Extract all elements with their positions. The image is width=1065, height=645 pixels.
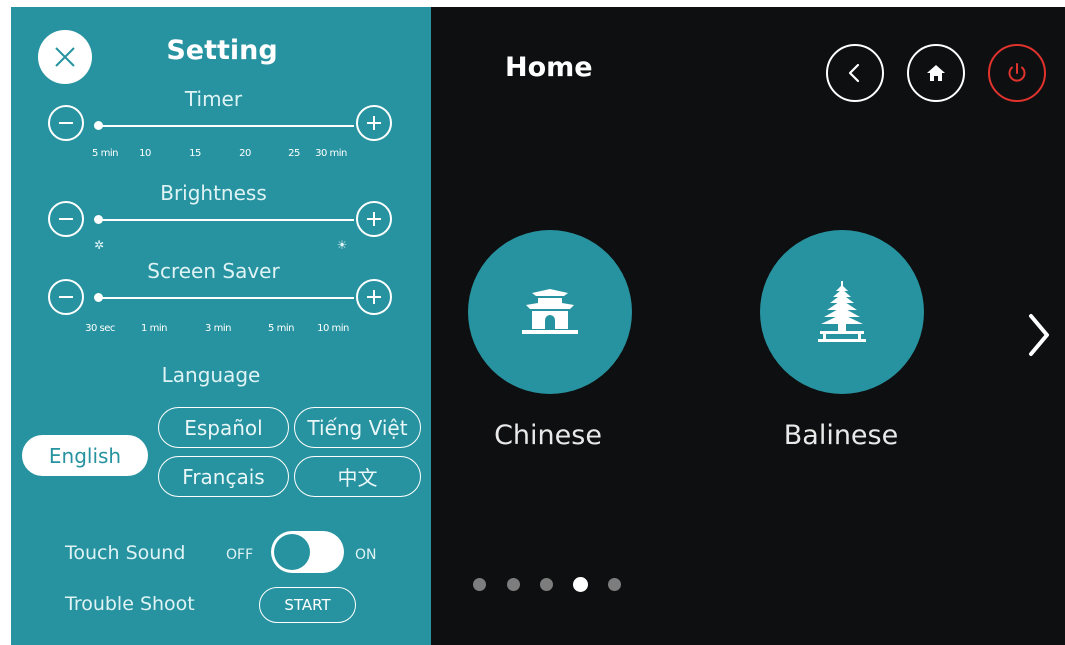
settings-title: Setting [166,35,278,66]
timer-tick: 5 min [92,148,118,159]
screen-saver-tick: 3 min [205,323,231,334]
minus-icon [59,296,73,298]
timer-tick: 20 [239,148,251,159]
page-title: Home [505,52,593,83]
timer-slider-track[interactable] [98,125,354,127]
home-button[interactable] [907,44,965,102]
power-icon [1008,63,1026,82]
plus-icon [367,116,381,130]
screen-saver-decrease-button[interactable] [48,279,84,315]
page-dot[interactable] [540,578,553,591]
screen-saver-slider-knob[interactable] [94,293,103,302]
chevron-right-icon [1029,314,1049,356]
next-page-button[interactable] [1018,305,1058,365]
plus-icon [367,290,381,304]
touch-sound-toggle[interactable] [271,531,344,573]
plus-icon [367,212,381,226]
back-icon [848,63,860,83]
settings-panel: Setting Timer 5 min 10 15 20 25 30 min B… [11,7,431,645]
timer-decrease-button[interactable] [48,105,84,141]
page-dot[interactable] [473,578,486,591]
cuisine-balinese-label: Balinese [783,420,899,451]
screen-saver-tick: 10 min [317,323,349,334]
screen-saver-tick: 30 sec [85,323,115,334]
trouble-shoot-label: Trouble Shoot [65,593,195,615]
touch-sound-off-label: OFF [226,547,254,563]
page-dot[interactable] [507,578,520,591]
brightness-slider-track[interactable] [98,219,354,221]
timer-tick: 15 [189,148,201,159]
page-dot-active[interactable] [573,577,588,592]
power-button[interactable] [988,44,1046,102]
trouble-shoot-start-button[interactable]: START [259,587,356,623]
screen-saver-tick: 5 min [268,323,294,334]
bright-sun-icon: ☀ [336,238,348,252]
brightness-increase-button[interactable] [356,201,392,237]
language-label: Language [161,363,261,387]
dim-sun-icon: ✲ [93,238,105,252]
timer-increase-button[interactable] [356,105,392,141]
language-chinese-button[interactable]: 中文 [294,456,421,497]
brightness-decrease-button[interactable] [48,201,84,237]
home-icon [927,65,945,81]
brightness-label: Brightness [160,181,267,205]
language-francais-button[interactable]: Français [158,456,289,497]
balinese-pagoda-icon [818,281,866,342]
screen-saver-tick: 1 min [141,323,167,334]
back-button[interactable] [826,44,884,102]
timer-tick: 30 min [315,148,347,159]
screen-saver-increase-button[interactable] [356,279,392,315]
timer-slider-knob[interactable] [94,121,103,130]
touch-sound-on-label: ON [355,547,377,563]
minus-icon [59,218,73,220]
cuisine-chinese-label: Chinese [494,420,602,451]
cuisine-chinese-button[interactable] [468,230,632,394]
timer-tick: 10 [139,148,151,159]
touch-sound-label: Touch Sound [65,542,186,564]
language-english-button[interactable]: English [22,435,148,476]
timer-label: Timer [184,87,243,111]
page-dot[interactable] [608,578,621,591]
brightness-slider-knob[interactable] [94,215,103,224]
minus-icon [59,122,73,124]
screen-saver-label: Screen Saver [147,259,280,283]
toggle-knob [274,534,310,570]
screen-saver-slider-track[interactable] [98,297,354,299]
language-vietnamese-button[interactable]: Tiếng Việt [294,407,421,448]
language-espanol-button[interactable]: Español [158,407,289,448]
timer-tick: 25 [288,148,300,159]
chinese-gate-icon [522,289,578,334]
cuisine-balinese-button[interactable] [760,230,924,394]
